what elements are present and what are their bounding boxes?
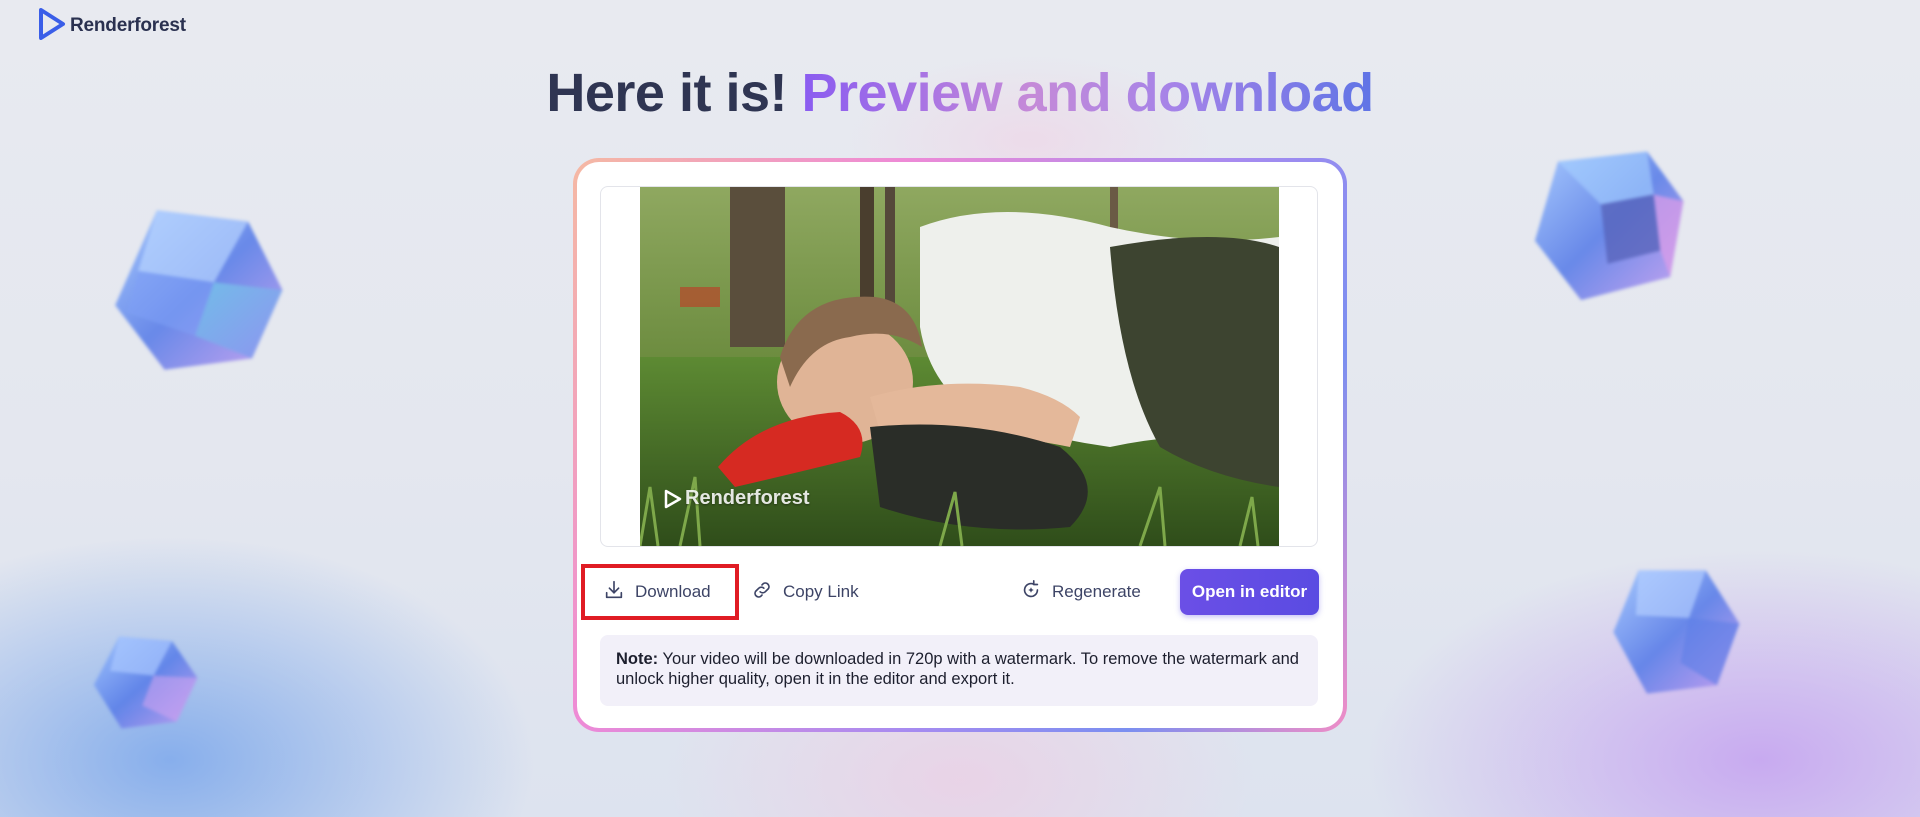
renderforest-logo[interactable]: Renderforest: [38, 8, 186, 44]
copy-link-label: Copy Link: [783, 582, 859, 601]
download-label: Download: [635, 582, 711, 601]
page-title: Here it is! Preview and download: [0, 62, 1920, 124]
download-note: Note: Your video will be downloaded in 7…: [600, 635, 1318, 706]
video-frame: Renderforest: [600, 186, 1318, 547]
note-prefix: Note:: [616, 650, 659, 668]
video-preview[interactable]: Renderforest: [640, 187, 1279, 546]
watermark-text: Renderforest: [685, 487, 810, 509]
decorative-cube: [100, 195, 290, 385]
download-button[interactable]: Download: [581, 564, 739, 620]
play-triangle-icon: [664, 489, 682, 508]
regenerate-icon: [1020, 579, 1042, 606]
decorative-cube: [82, 625, 207, 740]
decorative-cube: [1600, 562, 1750, 702]
title-part-2: Preview and download: [801, 63, 1375, 123]
preview-card-body: Renderforest Download Copy Link Regenera…: [577, 162, 1343, 728]
action-bar: Download Copy Link Regenerate Open in ed…: [577, 562, 1343, 622]
open-in-editor-button[interactable]: Open in editor: [1180, 569, 1319, 615]
title-part-1: Here it is!: [546, 63, 787, 123]
play-triangle-icon: [38, 8, 66, 44]
video-watermark: Renderforest: [664, 487, 809, 510]
link-icon: [751, 579, 773, 606]
regenerate-label: Regenerate: [1052, 582, 1141, 601]
note-text: Your video will be downloaded in 720p wi…: [616, 650, 1299, 688]
preview-card: Renderforest Download Copy Link Regenera…: [573, 158, 1347, 732]
brand-name: Renderforest: [70, 15, 186, 36]
regenerate-button[interactable]: Regenerate: [1020, 564, 1141, 620]
decorative-cube: [1525, 145, 1690, 310]
copy-link-button[interactable]: Copy Link: [751, 564, 859, 620]
download-icon: [603, 579, 625, 606]
